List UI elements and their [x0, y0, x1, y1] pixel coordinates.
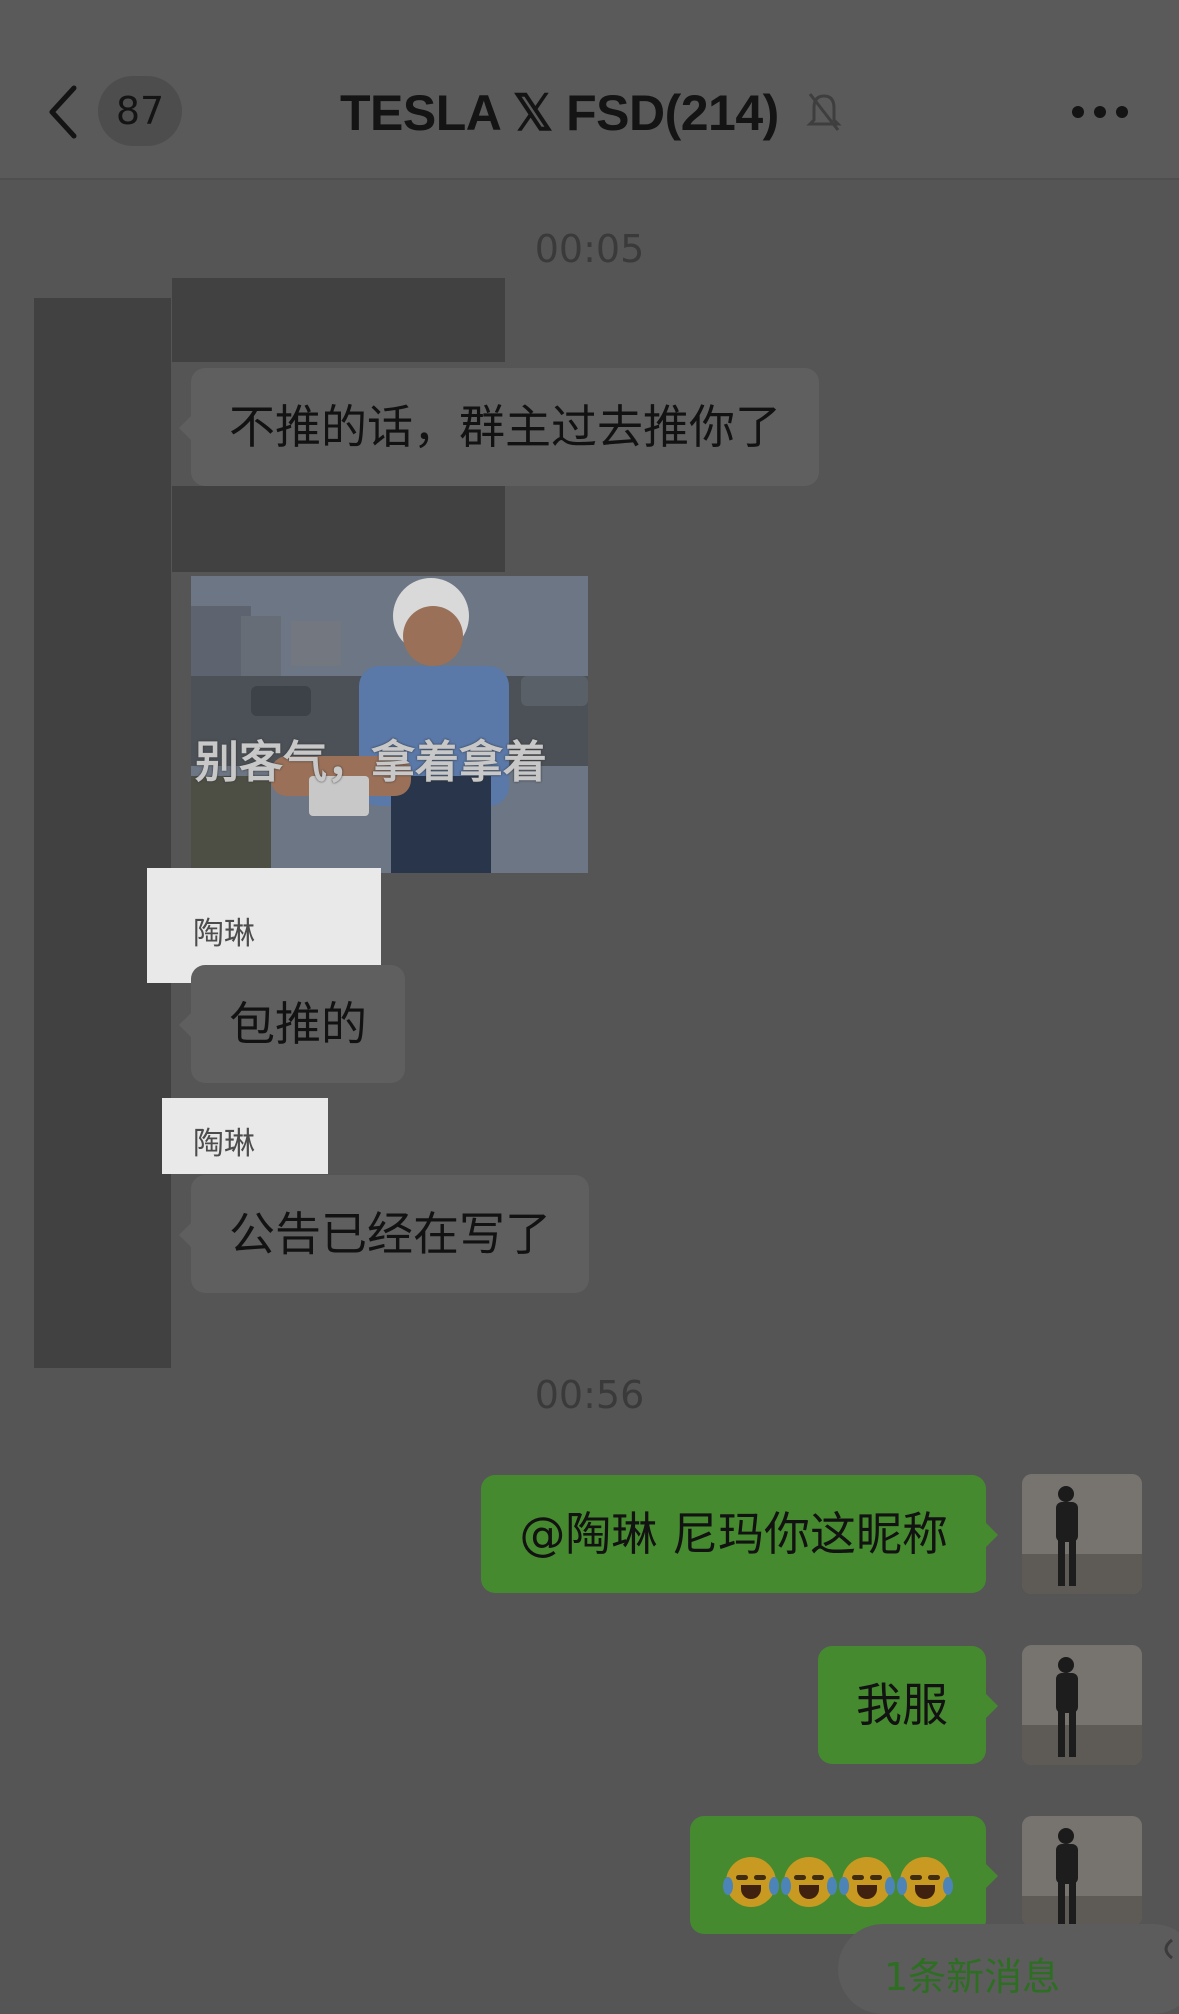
outgoing-message-bubble[interactable]: 我服 [818, 1646, 998, 1764]
outgoing-message-bubble[interactable]: @陶琳 尼玛你这昵称 [481, 1475, 998, 1593]
bell-slash-icon [806, 93, 842, 131]
avatar[interactable] [1022, 1474, 1142, 1594]
avatar[interactable] [1022, 1645, 1142, 1765]
redacted-avatar-column [34, 298, 171, 1368]
outgoing-emoji-bubble[interactable] [690, 1816, 998, 1934]
redacted-sender-name [172, 486, 505, 572]
unread-count-badge[interactable]: 87 [98, 76, 182, 146]
avatar[interactable] [1022, 1816, 1142, 1926]
crying-laughing-face-icon [781, 1857, 837, 1907]
new-messages-banner[interactable]: 1条新消息 [838, 1924, 1179, 2014]
chevron-left-icon[interactable] [44, 84, 88, 140]
sticker-image[interactable]: 别客气，拿着拿着 [191, 576, 588, 873]
redacted-sender-name [172, 278, 505, 362]
crying-laughing-face-icon [723, 1857, 779, 1907]
message-timestamp: 00:05 [534, 227, 645, 271]
avatar-photo [1022, 1816, 1142, 1926]
emoji-row [723, 1820, 953, 1938]
sticker-caption: 别客气，拿着拿着 [195, 737, 547, 788]
sticker-illustration [191, 576, 588, 873]
incoming-message-bubble[interactable]: 不推的话，群主过去推你了 [179, 368, 819, 486]
avatar-photo [1022, 1645, 1142, 1765]
message-timestamp: 00:56 [534, 1373, 645, 1417]
sender-name[interactable]: 陶琳 [193, 1124, 255, 1164]
incoming-message-bubble[interactable]: 公告已经在写了 [179, 1175, 589, 1293]
avatar-photo [1022, 1474, 1142, 1594]
new-messages-label: 1条新消息 [884, 1955, 1061, 1999]
crying-laughing-face-icon [839, 1857, 895, 1907]
sender-name[interactable]: 陶琳 [193, 914, 255, 954]
incoming-message-bubble[interactable]: 包推的 [179, 965, 405, 1083]
scroll-edge-icon [1164, 1938, 1173, 1960]
crying-laughing-face-icon [897, 1857, 953, 1907]
ellipsis-icon[interactable] [1070, 100, 1130, 124]
chat-header: 87 TESLA 𝕏 FSD(214) [0, 0, 1179, 180]
chat-title[interactable]: TESLA 𝕏 FSD(214) [340, 78, 860, 148]
